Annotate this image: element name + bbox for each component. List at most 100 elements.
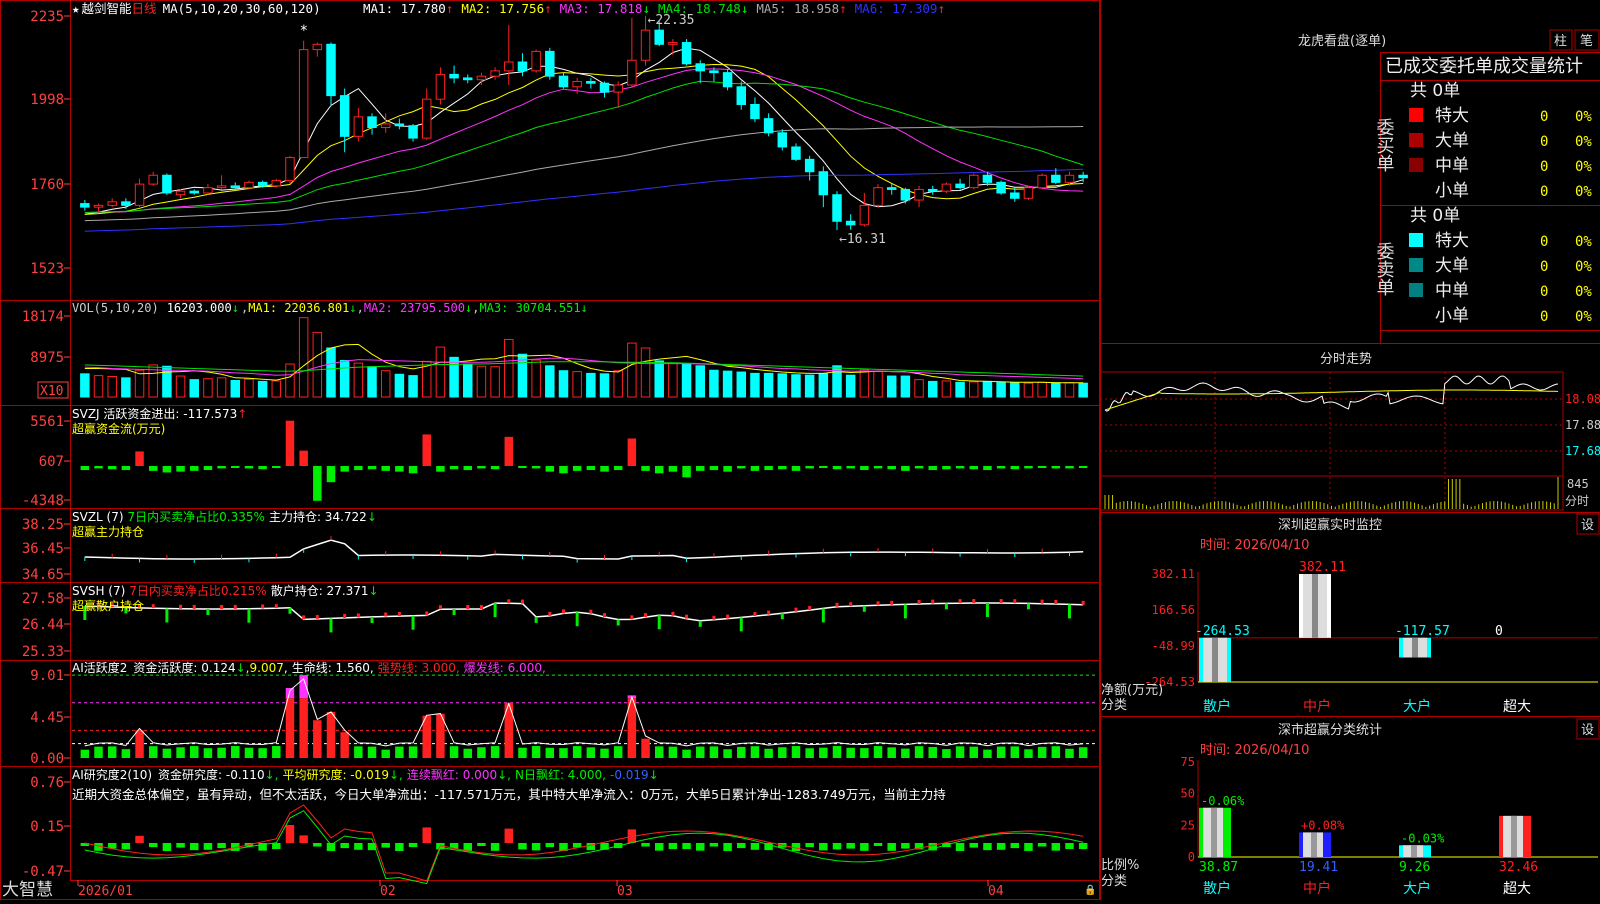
svsh-tick [903, 604, 907, 619]
svsh-tick [302, 615, 306, 620]
volume-bar [298, 317, 309, 398]
active-bar [176, 747, 185, 758]
sell-row-pct: 0% [1575, 284, 1592, 300]
buy-row-count: 0 [1540, 159, 1548, 175]
research-bar [504, 828, 514, 843]
candle-body [709, 70, 719, 74]
active-bar [231, 746, 240, 758]
candle-body [586, 80, 596, 84]
svsh-tick [493, 603, 497, 618]
fund-flow-bar [531, 466, 541, 469]
candle-body [244, 181, 254, 189]
research-bar [1078, 843, 1088, 850]
active-bar [750, 746, 760, 758]
sell-total: 共 0单 [1410, 206, 1460, 226]
svsh-legend: SVSH (7) 7日内买卖净占比0.215% 散户持仓: 27.371↓ [72, 583, 379, 598]
fund-flow-bar [231, 466, 240, 468]
candle-body [914, 188, 924, 201]
fund-flow-bar [80, 466, 90, 471]
volume-bar [955, 381, 965, 398]
buy-row-pct: 0% [1575, 184, 1592, 200]
category-bar-label: 超大 [1503, 881, 1531, 897]
candle-body [627, 59, 637, 86]
active-bar [313, 720, 322, 758]
active-bar [846, 747, 855, 758]
fund-flow-bar [654, 466, 664, 474]
ma-legend-6: MA6: 17.309 [855, 1, 938, 16]
volume-bar [572, 371, 582, 398]
research-bar [682, 843, 691, 850]
lhb-tab-text: 已成交委托单成交量统计 [1385, 56, 1583, 77]
candle-body [216, 185, 227, 189]
fund-flow-bar [299, 450, 308, 466]
active-bar [737, 746, 746, 758]
svzj-tick: -4348 [22, 493, 64, 509]
research-bar [696, 843, 705, 851]
candle-body [257, 181, 268, 187]
monitor-settings-label: 设 [1581, 518, 1594, 533]
sell-row-pct: 0% [1575, 234, 1592, 250]
ai-research-panel [80, 804, 1088, 885]
sell-row-count: 0 [1540, 309, 1548, 325]
svzl-subtitle: 超赢主力持仓 [72, 524, 144, 539]
buy-row-label: 中单 [1435, 156, 1469, 176]
volume-bar [353, 362, 364, 398]
fund-flow-bar [791, 466, 801, 471]
main-price-panel: ←22.35 ←16.31 * [80, 13, 1088, 247]
category-xlabel: 分类 [1101, 874, 1127, 889]
buy-row-count: 0 [1540, 184, 1548, 200]
svzl-tick: 38.25 [22, 517, 64, 533]
fund-flow-bar [354, 466, 363, 471]
research-bar [750, 843, 760, 850]
lock-icon: 🔒 [1084, 884, 1096, 896]
monitor-bar-3 [1399, 637, 1431, 658]
svg-text:★越剑智能日线MA(5,10,20,30,60,120): ★ 越剑智能日线 MA(5,10,20,30,60,120) [72, 1, 321, 16]
fund-flow-bar [914, 466, 924, 469]
volume-bar [490, 366, 500, 398]
fund-flow-bar [928, 466, 937, 471]
candle-body [695, 63, 705, 72]
svsh-tick [603, 613, 607, 618]
sell-color-swatch [1409, 258, 1423, 272]
candle-body [668, 42, 678, 45]
svsh-tick [767, 610, 771, 615]
fund-flow-bar [942, 466, 951, 470]
fund-flow-bar [846, 466, 855, 469]
candle-body [545, 50, 555, 77]
volume-bar [586, 372, 596, 398]
active-bar [285, 698, 295, 758]
sell-row-label: 大单 [1435, 256, 1469, 276]
volume-bar [818, 372, 829, 398]
active-bar [340, 732, 349, 758]
research-bar [996, 843, 1006, 850]
buy-row-count: 0 [1540, 134, 1548, 150]
active-bar [1037, 746, 1047, 758]
volume-bar [162, 365, 172, 398]
volume-bar [627, 342, 637, 398]
fund-flow-bar [490, 466, 500, 470]
candle-body [886, 187, 897, 190]
monitor-bar-core [1212, 637, 1218, 682]
fund-flow-bar [121, 466, 131, 471]
fund-flow-bar [1078, 466, 1088, 468]
candle-body [380, 123, 391, 128]
active-bar [696, 746, 705, 758]
fund-flow-bar [203, 466, 213, 471]
active-bar [449, 746, 459, 758]
candle-body [408, 125, 418, 139]
active-bar [1010, 746, 1020, 758]
active-bar [709, 746, 719, 758]
category-bar-label: 散户 [1203, 880, 1231, 897]
ma-legend-arrow-1: ↑ [446, 1, 454, 16]
svsh-tick [561, 609, 565, 614]
volume-bar [681, 363, 692, 398]
volume-bar [804, 374, 815, 398]
volume-bar [216, 377, 227, 398]
sell-row-count: 0 [1540, 234, 1548, 250]
svsh-tick [507, 599, 511, 604]
active-bar [942, 749, 951, 758]
fund-flow-bar [1037, 466, 1047, 468]
main-legend: ★ 越剑智能日线 MA(5,10,20,30,60,120) MA1: 17.780… [72, 1, 945, 16]
svsh-tick [151, 604, 155, 609]
candle-body [763, 118, 774, 134]
